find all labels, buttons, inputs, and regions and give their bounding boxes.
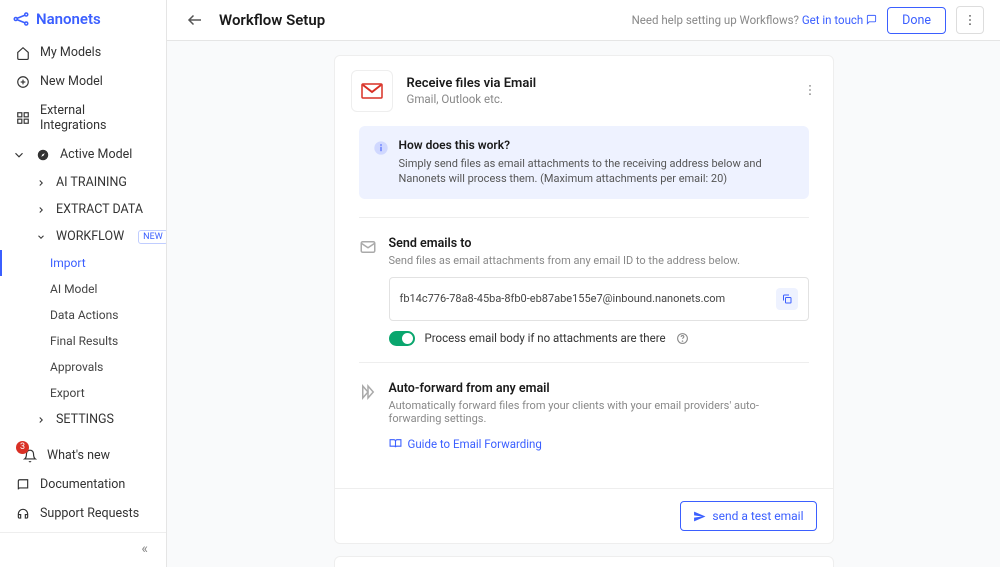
new-badge: NEW — [138, 230, 166, 244]
sidebar-section-extract-data[interactable]: EXTRACT DATA — [0, 196, 166, 223]
chevron-right-icon — [36, 205, 46, 215]
logo-icon — [12, 10, 30, 28]
sidebar-item-whats-new[interactable]: 3 What's new — [0, 441, 166, 470]
topbar-help-text: Need help setting up Workflows? Get in t… — [632, 13, 878, 27]
topbar: Workflow Setup Need help setting up Work… — [167, 0, 1000, 41]
sidebar-subitem-approvals[interactable]: Approvals — [0, 354, 166, 380]
notification-badge: 3 — [16, 441, 29, 454]
sidebar-section-workflow[interactable]: WORKFLOW NEW — [0, 223, 166, 250]
sidebar-item-my-models[interactable]: My Models — [0, 38, 166, 67]
sidebar-item-label: External Integrations — [40, 103, 154, 133]
gmail-icon — [351, 70, 393, 112]
sidebar-collapse-button[interactable]: « — [0, 537, 166, 561]
send-icon — [693, 510, 706, 523]
topbar-menu-button[interactable] — [956, 6, 984, 34]
send-test-email-button[interactable]: send a test email — [680, 501, 816, 531]
get-in-touch-link[interactable]: Get in touch — [802, 13, 877, 27]
sidebar-subitem-final-results[interactable]: Final Results — [0, 328, 166, 354]
book-icon — [16, 478, 30, 492]
sidebar-subitem-export[interactable]: Export — [0, 380, 166, 406]
sidebar-subitem-ai-model[interactable]: AI Model — [0, 276, 166, 302]
inbound-email-box: fb14c776-78a8-45ba-8fb0-eb87abe155e7@inb… — [389, 277, 809, 321]
info-callout: How does this work? Simply send files as… — [359, 126, 809, 199]
auto-forward-desc: Automatically forward files from your cl… — [389, 399, 809, 425]
main-panel: Workflow Setup Need help setting up Work… — [167, 0, 1000, 567]
sidebar-item-documentation[interactable]: Documentation — [0, 470, 166, 499]
sidebar-section-label: AI TRAINING — [56, 175, 127, 190]
help-tooltip-icon[interactable] — [676, 332, 689, 345]
sidebar-item-label: Documentation — [40, 477, 125, 492]
sidebar-subitem-label: Approvals — [50, 360, 103, 374]
sidebar: Nanonets My Models New Model External In… — [0, 0, 167, 567]
sidebar-section-label: EXTRACT DATA — [56, 202, 143, 217]
sidebar-subitem-label: Import — [50, 256, 86, 270]
arrow-left-icon — [186, 11, 204, 29]
nav: My Models New Model External Integration… — [0, 38, 166, 532]
sidebar-subitem-label: Export — [50, 386, 85, 400]
chevron-down-icon — [36, 232, 46, 242]
email-import-card: Receive files via Email Gmail, Outlook e… — [334, 55, 834, 544]
sidebar-item-support[interactable]: Support Requests — [0, 499, 166, 528]
back-button[interactable] — [183, 8, 207, 32]
more-vertical-icon — [803, 83, 817, 97]
book-open-icon — [389, 437, 402, 450]
copy-icon — [781, 293, 793, 305]
sidebar-item-label: Active Model — [60, 147, 132, 162]
done-button[interactable]: Done — [887, 7, 946, 34]
send-emails-desc: Send files as email attachments from any… — [389, 254, 809, 267]
info-title: How does this work? — [399, 138, 795, 152]
sidebar-item-label: My Models — [40, 45, 101, 60]
chevron-down-icon — [12, 148, 26, 162]
info-icon — [373, 140, 389, 156]
guide-forwarding-link[interactable]: Guide to Email Forwarding — [389, 437, 542, 451]
compass-icon — [36, 148, 50, 162]
sidebar-item-external-integrations[interactable]: External Integrations — [0, 96, 166, 140]
sidebar-item-label: Support Requests — [40, 506, 139, 521]
send-emails-title: Send emails to — [389, 236, 809, 251]
sidebar-subitem-import[interactable]: Import — [0, 250, 166, 276]
sidebar-section-ai-training[interactable]: AI TRAINING — [0, 169, 166, 196]
home-icon — [16, 46, 30, 60]
sidebar-subitem-label: AI Model — [50, 282, 97, 296]
sidebar-item-label: What's new — [47, 448, 110, 463]
brand-logo[interactable]: Nanonets — [0, 0, 166, 38]
auto-forward-title: Auto-forward from any email — [389, 381, 809, 396]
sidebar-item-label: New Model — [40, 74, 103, 89]
card-subtitle: Gmail, Outlook etc. — [407, 92, 537, 106]
sidebar-item-new-model[interactable]: New Model — [0, 67, 166, 96]
content-area[interactable]: Receive files via Email Gmail, Outlook e… — [167, 41, 1000, 567]
copy-email-button[interactable] — [776, 288, 798, 310]
api-import-card: Integrate via API — [334, 556, 834, 567]
chat-icon — [866, 14, 877, 25]
grid-icon — [16, 111, 30, 125]
toggle-label: Process email body if no attachments are… — [425, 331, 666, 345]
card-menu-button[interactable] — [803, 82, 817, 101]
page-title: Workflow Setup — [219, 11, 325, 29]
info-body: Simply send files as email attachments t… — [399, 156, 795, 187]
mail-icon — [359, 238, 377, 256]
brand-label: Nanonets — [36, 10, 101, 28]
headset-icon — [16, 507, 30, 521]
sidebar-subitem-data-actions[interactable]: Data Actions — [0, 302, 166, 328]
sidebar-section-settings[interactable]: SETTINGS — [0, 406, 166, 433]
process-body-toggle[interactable] — [389, 331, 415, 346]
inbound-email-address: fb14c776-78a8-45ba-8fb0-eb87abe155e7@inb… — [400, 292, 726, 305]
more-vertical-icon — [963, 13, 977, 27]
sidebar-item-active-model[interactable]: Active Model — [0, 140, 166, 169]
sidebar-subitem-label: Final Results — [50, 334, 118, 348]
sidebar-subitem-label: Data Actions — [50, 308, 118, 322]
chevron-right-icon — [36, 178, 46, 188]
sidebar-section-label: WORKFLOW — [56, 229, 124, 244]
chevron-right-icon — [36, 415, 46, 425]
plus-circle-icon — [16, 75, 30, 89]
sidebar-section-label: SETTINGS — [56, 412, 114, 427]
forward-icon — [359, 383, 377, 401]
card-title: Receive files via Email — [407, 76, 537, 91]
